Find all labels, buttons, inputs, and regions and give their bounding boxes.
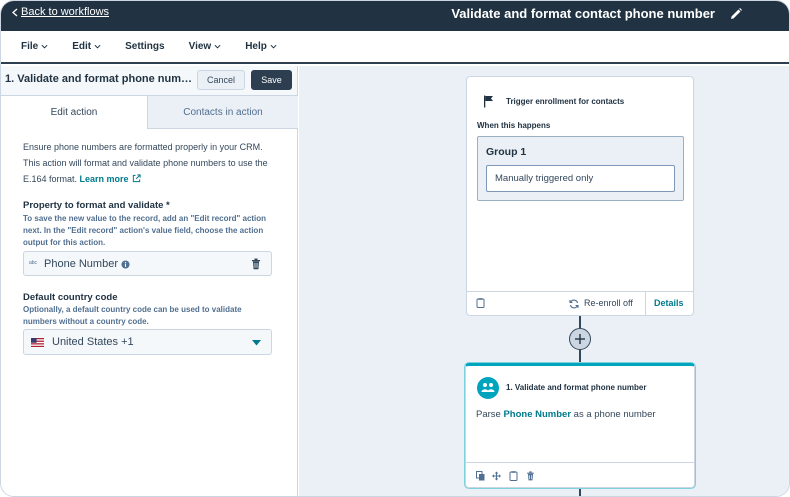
chevron-down-icon [270,44,277,49]
details-link[interactable]: Details [654,298,684,308]
external-link-icon [132,174,141,183]
back-to-workflows-link[interactable]: Back to workflows [12,6,109,18]
back-link-label: Back to workflows [21,6,110,18]
connector-line [579,350,581,363]
copy-icon[interactable] [509,471,518,481]
workflow-title: Validate and format contact phone number [451,6,715,21]
caret-down-icon [252,340,261,346]
action-card-footer [466,462,694,488]
menu-help[interactable]: Help [245,41,277,52]
reenroll-icon [569,299,579,309]
chevron-down-icon [94,44,101,49]
action-summary: Parse Phone Number as a phone number [476,409,656,420]
connector-line [579,316,581,328]
menu-view[interactable]: View [189,41,222,52]
chevron-left-icon [12,8,18,16]
summary-suffix: as a phone number [571,409,656,420]
chevron-down-icon [41,44,48,49]
flag-icon [484,95,493,108]
info-icon[interactable] [121,260,130,269]
menu-edit[interactable]: Edit [72,41,101,52]
property-token[interactable]: Phone Number [503,409,571,420]
chevron-down-icon [214,44,221,49]
country-field-help: Optionally, a default country code can b… [23,305,242,326]
action-badge [477,377,499,399]
connector-line [579,488,581,496]
menu-view-label: View [188,41,212,52]
panel-title: 1. Validate and format phone number [5,73,195,85]
menu-help-label: Help [245,41,267,52]
clone-icon[interactable] [476,471,485,481]
summary-prefix: Parse [476,409,504,420]
menu-file[interactable]: File [21,41,48,52]
trash-icon[interactable] [526,471,535,481]
action-card[interactable]: 1. Validate and format phone number Pars… [465,363,695,488]
reenroll-status[interactable]: Re-enroll off [584,298,633,308]
trigger-group[interactable]: Group 1 Manually triggered only [477,136,684,201]
learn-more-label: Learn more [79,174,129,184]
tab-contacts-in-action[interactable]: Contacts in action [148,96,298,129]
property-select[interactable]: abc Phone Number [23,251,272,276]
menu-settings[interactable]: Settings [125,41,164,52]
top-bar: Back to workflows Validate and format co… [1,1,789,31]
add-action-button[interactable] [569,328,591,350]
action-description: Ensure phone numbers are formatted prope… [23,139,279,187]
cancel-button[interactable]: Cancel [197,70,245,90]
menu-settings-label: Settings [125,41,165,52]
trigger-title: Trigger enrollment for contacts [506,97,625,106]
group-title: Group 1 [486,146,527,158]
description-text: Ensure phone numbers are formatted prope… [23,142,268,184]
action-editor-panel: 1. Validate and format phone number Canc… [1,66,298,496]
panel-header: 1. Validate and format phone number Canc… [1,66,297,96]
country-code-select[interactable]: United States +1 [23,329,272,355]
menu-bar: File Edit Settings View Help [1,31,789,64]
tab-edit-action[interactable]: Edit action [1,96,148,129]
property-field-help: To save the new value to the record, add… [23,214,267,247]
trash-icon[interactable] [251,258,261,270]
property-value: Phone Number [44,258,118,270]
panel-tabs: Edit action Contacts in action [1,96,298,129]
copy-icon[interactable] [476,298,485,308]
app-window: Back to workflows Validate and format co… [0,0,790,497]
when-this-happens-label: When this happens [477,121,551,130]
trigger-card[interactable]: Trigger enrollment for contacts When thi… [466,76,694,316]
property-field-label: Property to format and validate * [23,200,170,211]
save-button[interactable]: Save [251,70,292,90]
footer-divider [645,292,646,316]
menu-file-label: File [21,41,39,52]
learn-more-link[interactable]: Learn more [80,174,141,184]
action-title: 1. Validate and format phone number [506,383,647,392]
country-code-value: United States +1 [52,336,134,348]
plus-icon [575,334,585,344]
country-field-label: Default country code [23,292,118,303]
us-flag-icon [31,338,44,347]
group-filter[interactable]: Manually triggered only [486,165,675,192]
pencil-icon[interactable] [729,7,743,21]
trigger-card-footer: Re-enroll off Details [467,291,693,316]
text-type-icon: abc [29,260,38,266]
people-icon [481,383,495,392]
move-icon[interactable] [492,471,501,481]
menu-edit-label: Edit [72,41,92,52]
workflow-canvas[interactable]: Trigger enrollment for contacts When thi… [299,66,789,496]
